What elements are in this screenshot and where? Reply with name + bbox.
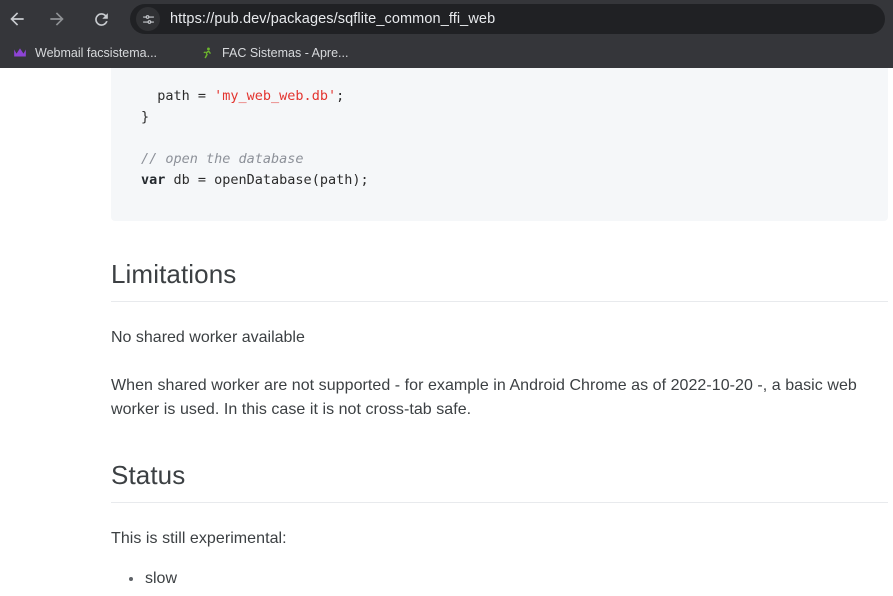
paragraph-experimental: This is still experimental: — [111, 530, 287, 547]
code-comment: // open the database — [141, 151, 304, 167]
bookmark-item-webmail[interactable]: Webmail facsistema... — [8, 41, 165, 65]
code-keyword: var — [141, 172, 166, 188]
package-readme: databaseFactory = databaseFactoryFfiWeb;… — [0, 68, 893, 596]
green-runner-favicon — [199, 45, 215, 61]
arrow-left-icon — [10, 12, 24, 26]
list-item: slow — [129, 565, 888, 593]
code-line: ; — [336, 88, 345, 104]
heading-divider — [111, 301, 888, 302]
code-block: databaseFactory = databaseFactoryFfiWeb;… — [111, 68, 888, 221]
bookmark-item-fac-sistemas[interactable]: FAC Sistemas - Apre... — [195, 41, 356, 65]
url-text[interactable]: https://pub.dev/packages/sqflite_common_… — [170, 11, 495, 27]
bookmark-label: Webmail facsistema... — [35, 46, 158, 60]
code-string-literal: 'my_web_web.db' — [214, 88, 337, 104]
subheading-no-shared-worker: No shared worker available — [111, 329, 305, 346]
reload-icon — [94, 12, 108, 26]
back-button[interactable] — [0, 2, 34, 36]
status-list: slow not fully tested bugs — [111, 565, 888, 596]
code-line: } — [141, 109, 150, 125]
address-bar[interactable]: https://pub.dev/packages/sqflite_common_… — [130, 4, 885, 34]
bookmarks-bar: Webmail facsistema... FAC Sistemas - Apr… — [0, 38, 893, 68]
code-line: path = — [141, 88, 215, 104]
page-viewport[interactable]: databaseFactory = databaseFactoryFfiWeb;… — [0, 68, 893, 596]
purple-crown-favicon — [12, 45, 28, 61]
code-line: db = openDatabase(path); — [165, 172, 369, 188]
readme-content: Limitations No shared worker available W… — [0, 259, 893, 596]
site-settings-button[interactable] — [136, 7, 160, 31]
code-content: databaseFactory = databaseFactoryFfiWeb;… — [111, 68, 888, 191]
browser-chrome: https://pub.dev/packages/sqflite_common_… — [0, 0, 893, 68]
tune-sliders-icon — [142, 14, 154, 24]
arrow-right-icon — [50, 12, 64, 26]
heading-status: Status — [111, 460, 186, 490]
heading-divider — [111, 502, 888, 503]
heading-limitations: Limitations — [111, 259, 237, 289]
paragraph-shared-worker: When shared worker are not supported - f… — [111, 377, 857, 418]
reload-button[interactable] — [84, 2, 118, 36]
bookmark-label: FAC Sistemas - Apre... — [222, 46, 349, 60]
forward-button[interactable] — [40, 2, 74, 36]
browser-toolbar: https://pub.dev/packages/sqflite_common_… — [0, 0, 893, 38]
